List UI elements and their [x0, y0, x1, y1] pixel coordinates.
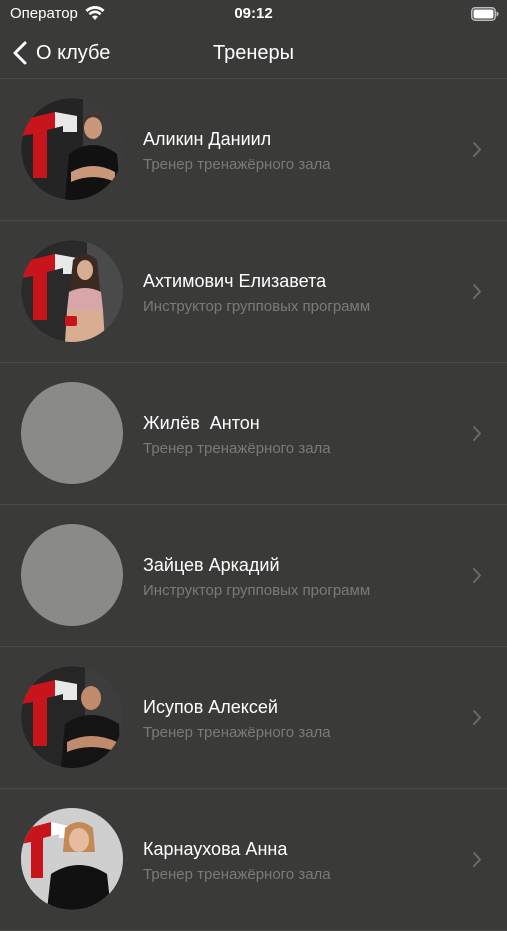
trainer-avatar-placeholder: [21, 524, 123, 626]
trainer-role: Тренер тренажёрного зала: [143, 440, 331, 457]
trainer-role: Инструктор групповых программ: [143, 582, 371, 599]
trainer-avatar-placeholder: [21, 382, 123, 484]
chevron-right-icon: [473, 426, 481, 441]
chevron-right-icon: [473, 284, 481, 299]
trainer-list: Аликин Даниил Тренер тренажёрного зала А…: [0, 79, 507, 931]
trainer-row[interactable]: Жилёв Антон Тренер тренажёрного зала: [0, 363, 507, 505]
trainer-avatar: [21, 808, 123, 910]
trainer-row[interactable]: Ахтимович Елизавета Инструктор групповых…: [0, 221, 507, 363]
battery-icon: [471, 7, 499, 21]
trainer-row[interactable]: Аликин Даниил Тренер тренажёрного зала: [0, 79, 507, 221]
chevron-right-icon: [473, 568, 481, 583]
chevron-right-icon: [473, 142, 481, 157]
trainer-row[interactable]: Исупов Алексей Тренер тренажёрного зала: [0, 647, 507, 789]
trainer-name: Аликин Даниил: [143, 129, 272, 149]
trainer-role: Тренер тренажёрного зала: [143, 866, 331, 883]
trainer-avatar: [21, 666, 123, 768]
navigation-bar: О клубе Тренеры: [0, 30, 507, 79]
trainer-name: Ахтимович Елизавета: [143, 271, 327, 291]
trainer-name: Исупов Алексей: [143, 697, 278, 717]
chevron-right-icon: [473, 852, 481, 867]
trainer-role: Тренер тренажёрного зала: [143, 724, 331, 741]
trainer-avatar: [21, 98, 123, 200]
trainer-avatar: [21, 240, 123, 342]
trainer-name: Зайцев Аркадий: [143, 555, 280, 575]
trainer-row[interactable]: Зайцев Аркадий Инструктор групповых прог…: [0, 505, 507, 647]
clock: 09:12: [234, 5, 273, 22]
trainer-name: Карнаухова Анна: [143, 839, 288, 859]
status-bar: Оператор 09:12: [0, 0, 507, 30]
trainer-role: Тренер тренажёрного зала: [143, 156, 331, 173]
trainer-row[interactable]: Карнаухова Анна Тренер тренажёрного зала: [0, 789, 507, 931]
chevron-right-icon: [473, 710, 481, 725]
page-title: Тренеры: [212, 42, 294, 64]
trainer-role: Инструктор групповых программ: [143, 298, 371, 315]
trainer-name: Жилёв Антон: [143, 413, 260, 433]
